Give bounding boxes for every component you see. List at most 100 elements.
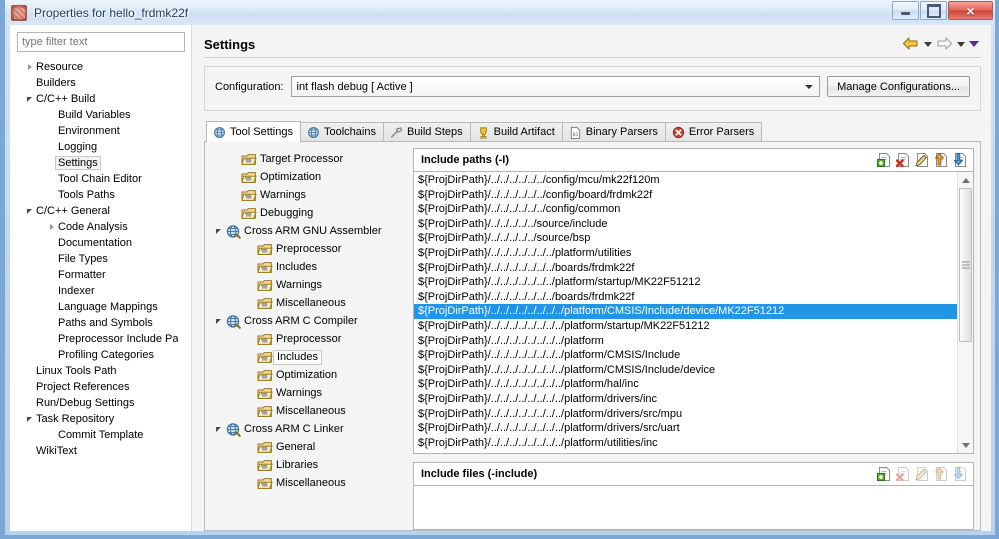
tab-toolchains[interactable]: Toolchains: [299, 122, 384, 141]
tree-expanded-arrow-icon[interactable]: [211, 319, 225, 324]
tree-collapsed-arrow-icon[interactable]: [45, 224, 58, 230]
list-item[interactable]: ${ProjDirPath}/../../../../../../../../p…: [414, 363, 957, 378]
edit-icon[interactable]: [915, 466, 931, 482]
manage-configurations-button[interactable]: Manage Configurations...: [827, 76, 970, 97]
list-item[interactable]: ${ProjDirPath}/../../../../../../../../p…: [414, 392, 957, 407]
minimize-button[interactable]: [892, 1, 919, 20]
list-item[interactable]: ${ProjDirPath}/../../../../../../../plat…: [414, 246, 957, 261]
tab-binary-parsers[interactable]: 01 Binary Parsers: [561, 122, 666, 141]
add-icon[interactable]: [877, 466, 893, 482]
sidebar-item-paths-and-symbols[interactable]: Paths and Symbols: [17, 315, 185, 331]
tree-expanded-arrow-icon[interactable]: [23, 417, 36, 422]
sidebar-item-commit-template[interactable]: Commit Template: [17, 427, 185, 443]
sidebar-item-environment[interactable]: Environment: [17, 123, 185, 139]
list-item[interactable]: ${ProjDirPath}/../../../../../../config/…: [414, 173, 957, 188]
list-item[interactable]: ${ProjDirPath}/../../../../../../config/…: [414, 188, 957, 203]
tool-tree-item-cross-arm-c-linker[interactable]: Cross ARM C Linker: [211, 420, 411, 438]
tool-tree-item-includes[interactable]: Includes: [211, 258, 411, 276]
tool-tree-item-miscellaneous[interactable]: Miscellaneous: [211, 294, 411, 312]
sidebar-item-run-debug-settings[interactable]: Run/Debug Settings: [17, 395, 185, 411]
tool-tree-item-warnings[interactable]: Warnings: [211, 276, 411, 294]
move-down-icon[interactable]: [953, 466, 969, 482]
sidebar-item-resource[interactable]: Resource: [17, 59, 185, 75]
scroll-thumb[interactable]: [959, 188, 972, 343]
forward-arrow-icon[interactable]: [935, 36, 953, 52]
view-menu-icon[interactable]: [968, 41, 979, 47]
tab-error-parsers[interactable]: Error Parsers: [664, 122, 763, 141]
tool-tree-item-debugging[interactable]: Debugging: [211, 204, 411, 222]
scroll-track[interactable]: [958, 188, 973, 437]
include-paths-scrollbar[interactable]: [957, 172, 973, 453]
list-item[interactable]: ${ProjDirPath}/../../../../../../../boar…: [414, 261, 957, 276]
sidebar-item-profiling-categories[interactable]: Profiling Categories: [17, 347, 185, 363]
list-item[interactable]: ${ProjDirPath}/../../../../../../../plat…: [414, 275, 957, 290]
tool-tree-item-optimization[interactable]: Optimization: [211, 366, 411, 384]
sidebar-item-wikitext[interactable]: WikiText: [17, 443, 185, 459]
list-item[interactable]: ${ProjDirPath}/../../../../../../../../p…: [414, 348, 957, 363]
tree-collapsed-arrow-icon[interactable]: [23, 64, 36, 70]
list-item[interactable]: ${ProjDirPath}/../../../../../../../../p…: [414, 407, 957, 422]
list-item[interactable]: ${ProjDirPath}/../../../../../../../../p…: [414, 377, 957, 392]
sidebar-item-preprocessor-include-pa[interactable]: Preprocessor Include Pa: [17, 331, 185, 347]
tab-build-steps[interactable]: Build Steps: [382, 122, 471, 141]
tool-tree-item-general[interactable]: General: [211, 438, 411, 456]
move-down-icon[interactable]: [953, 152, 969, 168]
list-item[interactable]: ${ProjDirPath}/../../../../../../../boar…: [414, 290, 957, 305]
sidebar-item-c-c-general[interactable]: C/C++ General: [17, 203, 185, 219]
restore-button[interactable]: [920, 1, 947, 20]
sidebar-item-settings[interactable]: Settings: [17, 155, 185, 171]
sidebar-item-linux-tools-path[interactable]: Linux Tools Path: [17, 363, 185, 379]
scroll-up-button[interactable]: [958, 172, 973, 188]
back-dropdown-icon[interactable]: [922, 42, 933, 47]
back-arrow-icon[interactable]: [902, 36, 920, 52]
tool-tree-item-warnings[interactable]: Warnings: [211, 384, 411, 402]
add-icon[interactable]: [877, 152, 893, 168]
delete-icon[interactable]: [896, 152, 912, 168]
list-item[interactable]: ${ProjDirPath}/../../../../../source/bsp: [414, 231, 957, 246]
list-item[interactable]: ${ProjDirPath}/../../../../../../../../p…: [414, 436, 957, 451]
scroll-down-button[interactable]: [958, 437, 973, 453]
include-paths-list[interactable]: ${ProjDirPath}/../../../../../../config/…: [414, 172, 957, 453]
tool-tree-item-target-processor[interactable]: Target Processor: [211, 150, 411, 168]
move-up-icon[interactable]: [934, 152, 950, 168]
list-item[interactable]: ${ProjDirPath}/../../../../../../../../p…: [414, 319, 957, 334]
sidebar-item-builders[interactable]: Builders: [17, 75, 185, 91]
tool-tree-item-miscellaneous[interactable]: Miscellaneous: [211, 402, 411, 420]
sidebar-item-c-c-build[interactable]: C/C++ Build: [17, 91, 185, 107]
sidebar-item-documentation[interactable]: Documentation: [17, 235, 185, 251]
tool-tree-item-cross-arm-gnu-assembler[interactable]: Cross ARM GNU Assembler: [211, 222, 411, 240]
sidebar-item-project-references[interactable]: Project References: [17, 379, 185, 395]
sidebar-item-language-mappings[interactable]: Language Mappings: [17, 299, 185, 315]
tool-tree-item-warnings[interactable]: Warnings: [211, 186, 411, 204]
sidebar-item-file-types[interactable]: File Types: [17, 251, 185, 267]
sidebar-item-build-variables[interactable]: Build Variables: [17, 107, 185, 123]
sidebar-item-logging[interactable]: Logging: [17, 139, 185, 155]
tree-expanded-arrow-icon[interactable]: [23, 97, 36, 102]
sidebar-item-tools-paths[interactable]: Tools Paths: [17, 187, 185, 203]
list-item[interactable]: ${ProjDirPath}/../../../../../../../../p…: [414, 334, 957, 349]
tab-build-artifact[interactable]: Build Artifact: [469, 122, 563, 141]
delete-icon[interactable]: [896, 466, 912, 482]
tool-tree-item-includes[interactable]: Includes: [211, 348, 411, 366]
sidebar-item-formatter[interactable]: Formatter: [17, 267, 185, 283]
forward-dropdown-icon[interactable]: [955, 42, 966, 47]
close-button[interactable]: ×: [948, 1, 993, 20]
tool-tree-item-preprocessor[interactable]: Preprocessor: [211, 330, 411, 348]
tool-tree-item-optimization[interactable]: Optimization: [211, 168, 411, 186]
list-item[interactable]: ${ProjDirPath}/../../../../../../config/…: [414, 202, 957, 217]
edit-icon[interactable]: [915, 152, 931, 168]
tool-tree-item-preprocessor[interactable]: Preprocessor: [211, 240, 411, 258]
sidebar-item-code-analysis[interactable]: Code Analysis: [17, 219, 185, 235]
tool-tree-item-cross-arm-c-compiler[interactable]: Cross ARM C Compiler: [211, 312, 411, 330]
list-item[interactable]: ${ProjDirPath}/../../../../../source/inc…: [414, 217, 957, 232]
tool-tree-item-miscellaneous[interactable]: Miscellaneous: [211, 474, 411, 492]
sidebar-item-task-repository[interactable]: Task Repository: [17, 411, 185, 427]
include-files-list[interactable]: [414, 486, 973, 529]
sidebar-item-indexer[interactable]: Indexer: [17, 283, 185, 299]
tool-tree-item-libraries[interactable]: Libraries: [211, 456, 411, 474]
list-item[interactable]: ${ProjDirPath}/../../../../../../../../p…: [414, 304, 957, 319]
tree-expanded-arrow-icon[interactable]: [211, 229, 225, 234]
move-up-icon[interactable]: [934, 466, 950, 482]
tab-tool-settings[interactable]: Tool Settings: [206, 121, 301, 142]
tree-expanded-arrow-icon[interactable]: [211, 427, 225, 432]
